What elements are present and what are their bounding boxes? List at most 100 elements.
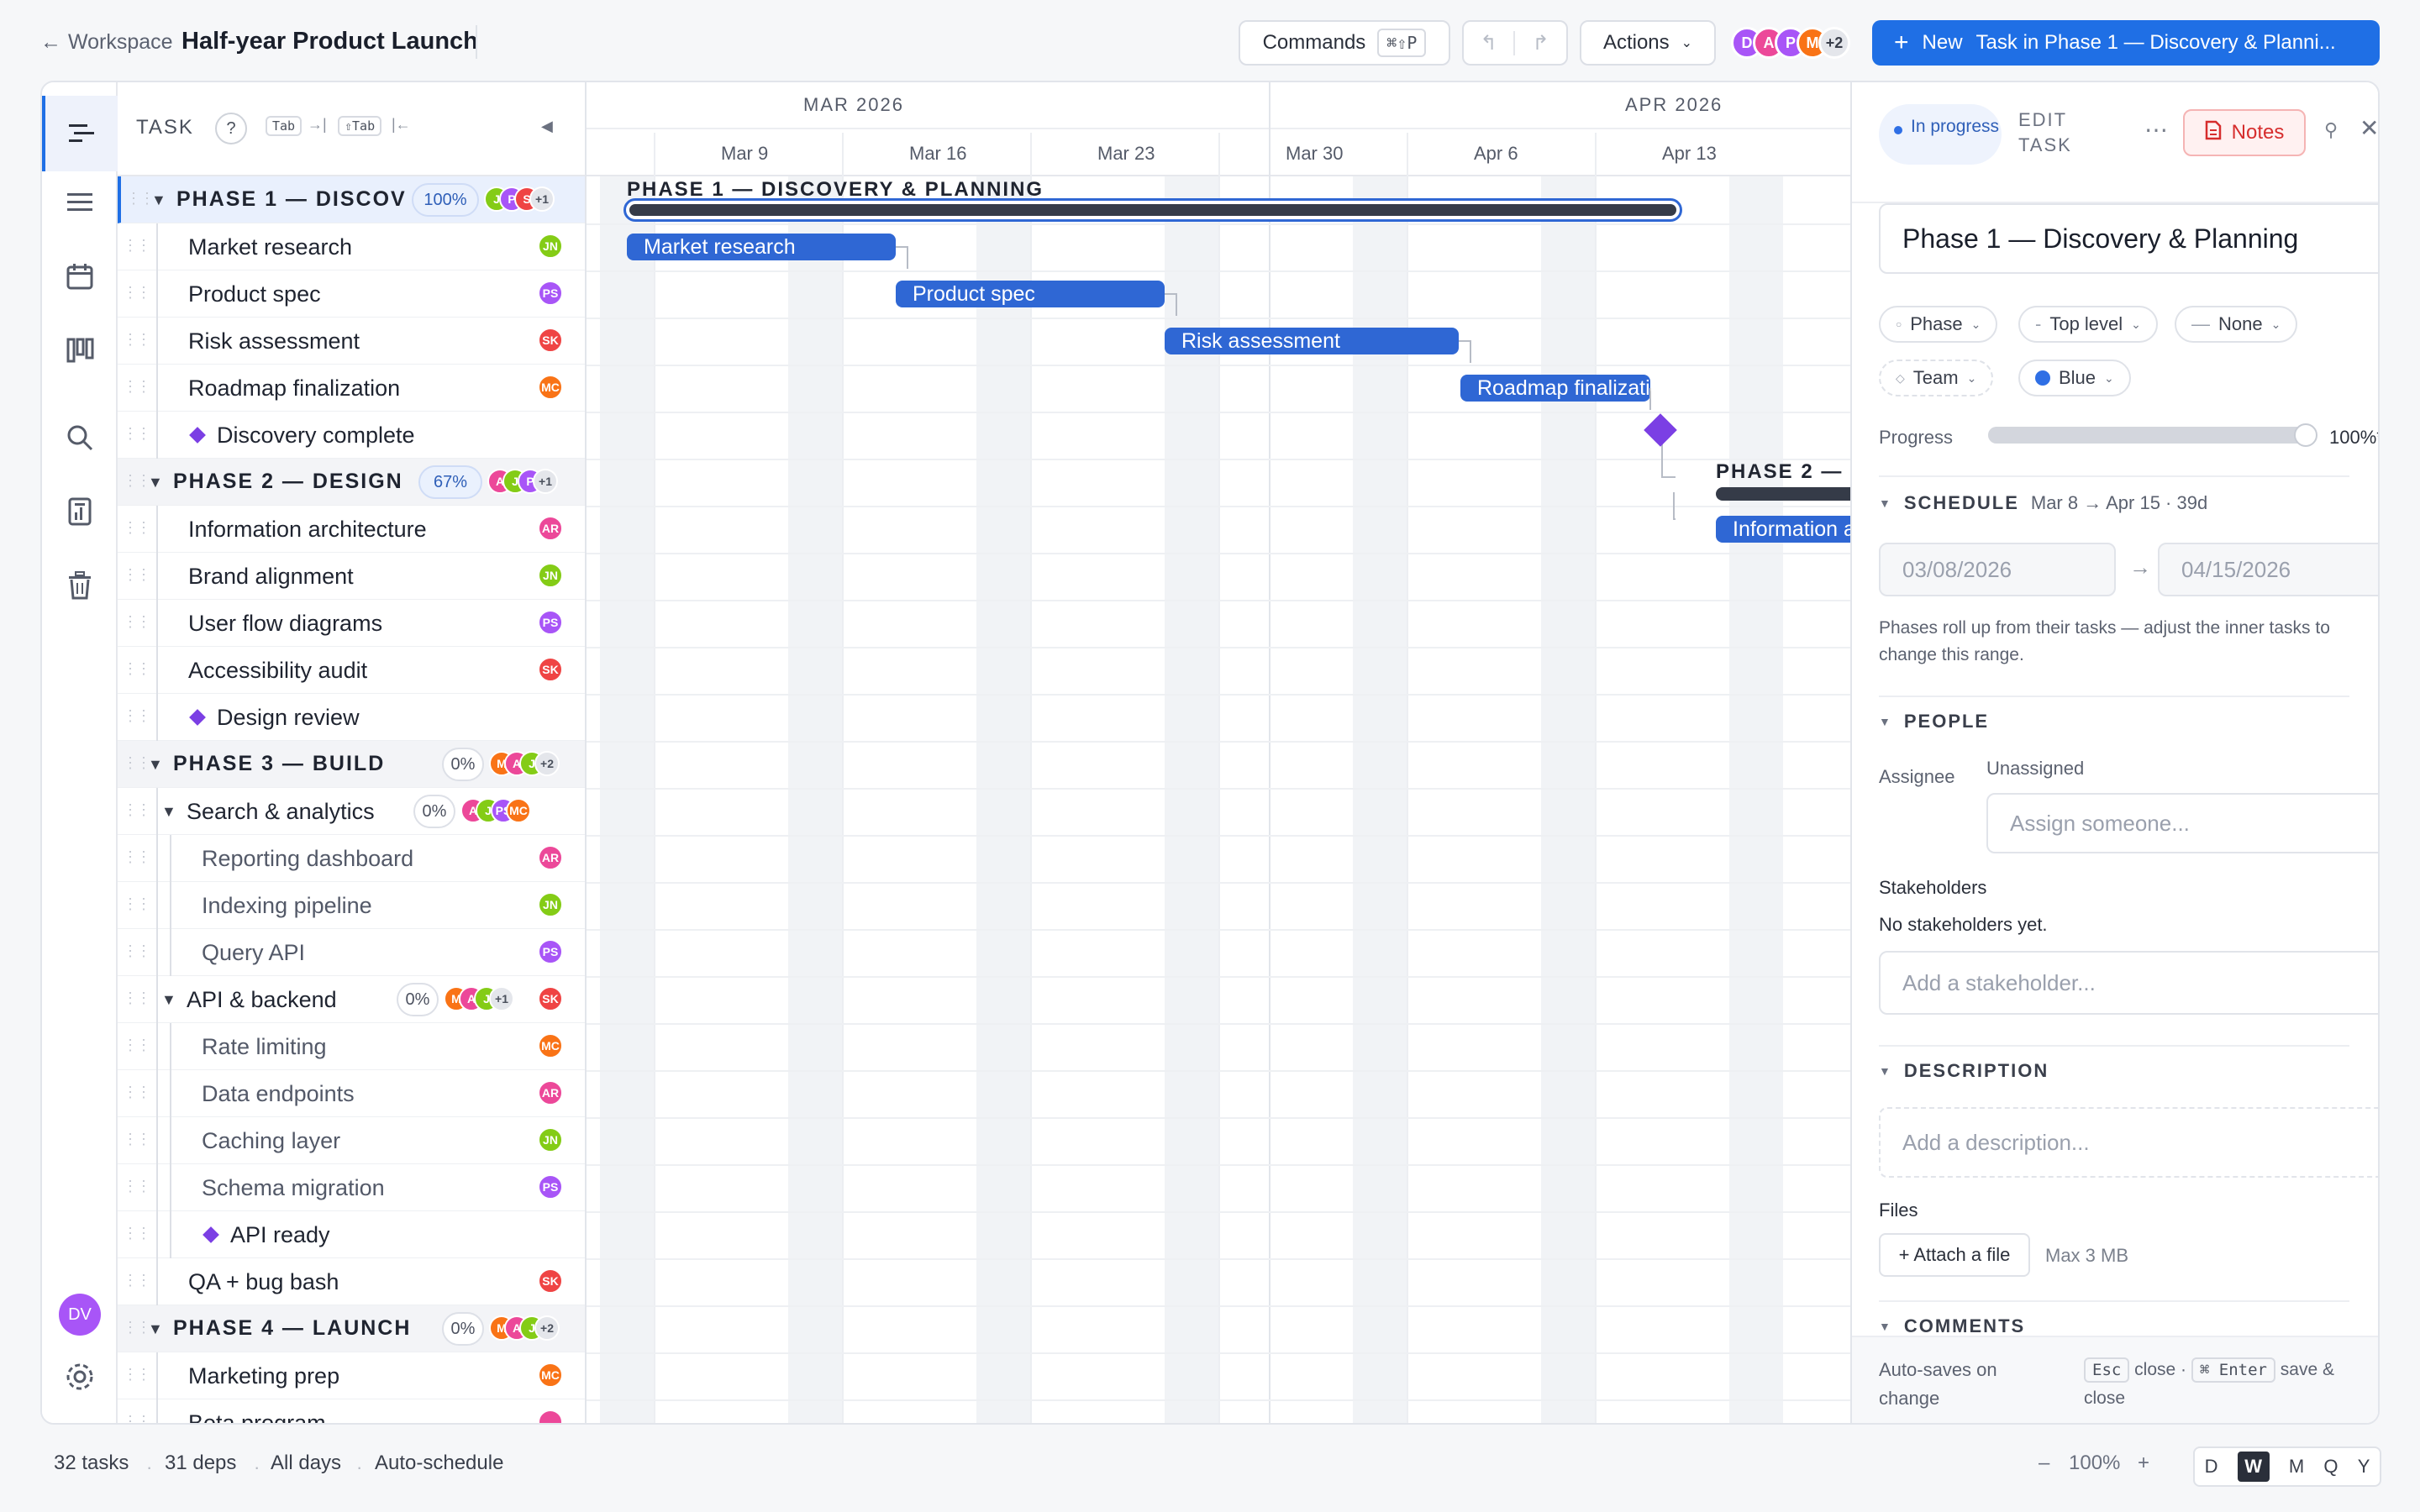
- task-row[interactable]: ⋮⋮ Product spec PS: [118, 270, 585, 318]
- drag-handle-icon[interactable]: ⋮⋮: [123, 237, 151, 255]
- notes-button[interactable]: Notes: [2183, 109, 2306, 156]
- tab-edit-task[interactable]: EDIT TASK: [2018, 108, 2102, 158]
- collaborator-overflow[interactable]: +2: [1818, 27, 1850, 59]
- drag-handle-icon[interactable]: ⋮⋮: [123, 707, 151, 725]
- task-row[interactable]: ⋮⋮ Query API PS: [118, 929, 585, 976]
- task-row[interactable]: ⋮⋮ Reporting dashboard AR: [118, 835, 585, 882]
- pin-icon[interactable]: ⚲: [2324, 119, 2338, 141]
- owner-avatar[interactable]: [538, 1410, 563, 1423]
- timescale-option[interactable]: Y: [2358, 1456, 2370, 1478]
- gantt-view-icon[interactable]: [42, 96, 118, 171]
- timescale-option[interactable]: D: [2205, 1456, 2218, 1478]
- milestone-row[interactable]: ⋮⋮ API ready: [118, 1211, 585, 1258]
- reports-icon[interactable]: [60, 492, 99, 531]
- phase-row[interactable]: ⋮⋮ ▼ PHASE 3 — BUILD 0% M A J +2: [118, 741, 585, 788]
- drag-handle-icon[interactable]: ⋮⋮: [123, 801, 151, 819]
- owner-avatar[interactable]: AR: [538, 845, 563, 870]
- type-chip[interactable]: ○ Phase ⌄: [1879, 306, 1998, 343]
- drag-handle-icon[interactable]: ⋮⋮: [123, 1037, 151, 1054]
- owner-avatar[interactable]: PS: [538, 939, 563, 964]
- drag-handle-icon[interactable]: ⋮⋮: [123, 284, 151, 302]
- task-row[interactable]: ⋮⋮ Roadmap finalization MC: [118, 365, 585, 412]
- milestone-row[interactable]: ⋮⋮ Discovery complete: [118, 412, 585, 459]
- task-row[interactable]: ⋮⋮ Schema migration PS: [118, 1164, 585, 1211]
- assignee-input[interactable]: Assign someone...: [1986, 793, 2378, 853]
- task-row[interactable]: ⋮⋮ Indexing pipeline JN: [118, 882, 585, 929]
- undo-icon[interactable]: ↰: [1464, 30, 1516, 55]
- owner-avatar[interactable]: PS: [538, 610, 563, 635]
- timescale-selector[interactable]: DWMQY: [2193, 1446, 2381, 1487]
- task-title-input[interactable]: Phase 1 — Discovery & Planning: [1879, 203, 2378, 274]
- priority-chip[interactable]: — None ⌄: [2175, 306, 2298, 343]
- phase-row[interactable]: ⋮⋮▼PHASE 1 — DISCOVERY & PLANNING100%JPS…: [118, 176, 585, 223]
- redo-icon[interactable]: ↱: [1515, 31, 1566, 55]
- team-chip[interactable]: ◇ Team ⌄: [1879, 360, 1994, 396]
- timescale-option[interactable]: W: [2237, 1452, 2270, 1482]
- people-section-toggle[interactable]: ▼ PEOPLE: [1879, 711, 1989, 732]
- task-row[interactable]: ⋮⋮ Rate limiting MC: [118, 1023, 585, 1070]
- drag-handle-icon[interactable]: ⋮⋮: [123, 1272, 151, 1289]
- owner-avatar[interactable]: AR: [538, 516, 563, 541]
- owner-avatar[interactable]: JN: [538, 892, 563, 917]
- color-chip[interactable]: Blue ⌄: [2018, 360, 2131, 396]
- progress-slider[interactable]: [1988, 423, 2317, 447]
- board-view-icon[interactable]: [60, 331, 99, 370]
- owner-avatar[interactable]: MC: [538, 1033, 563, 1058]
- drag-handle-icon[interactable]: ⋮⋮: [123, 1084, 151, 1101]
- owner-avatar[interactable]: SK: [538, 657, 563, 682]
- drag-handle-icon[interactable]: ⋮⋮: [123, 942, 151, 960]
- drag-handle-icon[interactable]: ⋮⋮: [123, 848, 151, 866]
- task-row[interactable]: ⋮⋮ Accessibility audit SK: [118, 647, 585, 694]
- task-row[interactable]: ⋮⋮ Caching layer JN: [118, 1117, 585, 1164]
- owner-avatar[interactable]: JN: [538, 563, 563, 588]
- description-section-toggle[interactable]: ▼ DESCRIPTION: [1879, 1060, 2049, 1082]
- trash-icon[interactable]: [60, 566, 99, 605]
- status-badge[interactable]: In progress: [1879, 104, 2002, 165]
- drag-handle-icon[interactable]: ⋮⋮: [123, 660, 151, 678]
- drag-handle-icon[interactable]: ⋮⋮: [123, 754, 151, 772]
- task-bar[interactable]: Roadmap finalization: [1460, 375, 1673, 402]
- progress-handle[interactable]: [2294, 423, 2317, 447]
- close-icon[interactable]: ✕: [2360, 114, 2378, 142]
- phase-row[interactable]: ⋮⋮ ▼ PHASE 4 — LAUNCH 0% M A J +2: [118, 1305, 585, 1352]
- drag-handle-icon[interactable]: ⋮⋮: [123, 895, 151, 913]
- drag-handle-icon[interactable]: ⋮⋮: [123, 425, 151, 443]
- new-task-button[interactable]: + New Task in Phase 1 — Discovery & Plan…: [1872, 20, 2380, 66]
- drag-handle-icon[interactable]: ⋮⋮: [123, 519, 151, 537]
- collapse-caret-icon[interactable]: ▼: [151, 192, 166, 209]
- start-date-input[interactable]: 03/08/2026: [1879, 543, 2116, 596]
- collapse-panel-icon[interactable]: ◀: [541, 118, 553, 135]
- stakeholder-input[interactable]: Add a stakeholder...: [1879, 951, 2378, 1015]
- task-row[interactable]: ⋮⋮ Brand alignment JN: [118, 553, 585, 600]
- drag-handle-icon[interactable]: ⋮⋮: [123, 1178, 151, 1195]
- owner-avatar[interactable]: SK: [538, 1268, 563, 1294]
- parent-chip[interactable]: - Top level ⌄: [2018, 306, 2158, 343]
- drag-handle-icon[interactable]: ⋮⋮: [123, 1413, 151, 1423]
- commands-button[interactable]: Commands ⌘⇧P: [1239, 20, 1450, 66]
- user-avatar[interactable]: DV: [59, 1294, 101, 1336]
- task-row[interactable]: ⋮⋮ Risk assessment SK: [118, 318, 585, 365]
- zoom-in-button[interactable]: +: [2138, 1452, 2149, 1475]
- phase-bar[interactable]: [1716, 487, 1850, 501]
- group-row[interactable]: ⋮⋮ ▼ Search & analytics 0% A J PS MC: [118, 788, 585, 835]
- help-icon[interactable]: ?: [215, 113, 247, 144]
- more-options-icon[interactable]: ⋯: [2144, 116, 2168, 144]
- task-bar[interactable]: Information architecture: [1716, 516, 1850, 543]
- owner-avatar[interactable]: PS: [538, 281, 563, 306]
- drag-handle-icon[interactable]: ⋮⋮: [123, 566, 151, 584]
- schedule-section-toggle[interactable]: ▼ SCHEDULE Mar 8 → Apr 15 · 39d: [1879, 492, 2207, 514]
- drag-handle-icon[interactable]: ⋮⋮: [123, 1131, 151, 1148]
- search-icon[interactable]: [60, 418, 99, 457]
- auto-schedule-toggle[interactable]: Auto-schedule: [375, 1452, 503, 1475]
- collapse-caret-icon[interactable]: ▼: [161, 803, 176, 821]
- attach-file-button[interactable]: + Attach a file: [1879, 1233, 2030, 1277]
- milestone-row[interactable]: ⋮⋮ Design review: [118, 694, 585, 741]
- collapse-caret-icon[interactable]: ▼: [148, 1320, 163, 1338]
- collapse-caret-icon[interactable]: ▼: [161, 991, 176, 1009]
- end-date-input[interactable]: 04/15/2026: [2158, 543, 2378, 596]
- comments-section-toggle[interactable]: ▼ COMMENTS: [1879, 1317, 2025, 1336]
- task-row[interactable]: ⋮⋮ Information architecture AR: [118, 506, 585, 553]
- drag-handle-icon[interactable]: ⋮⋮: [123, 378, 151, 396]
- drag-handle-icon[interactable]: ⋮⋮: [123, 1366, 151, 1383]
- drag-handle-icon[interactable]: ⋮⋮: [123, 331, 151, 349]
